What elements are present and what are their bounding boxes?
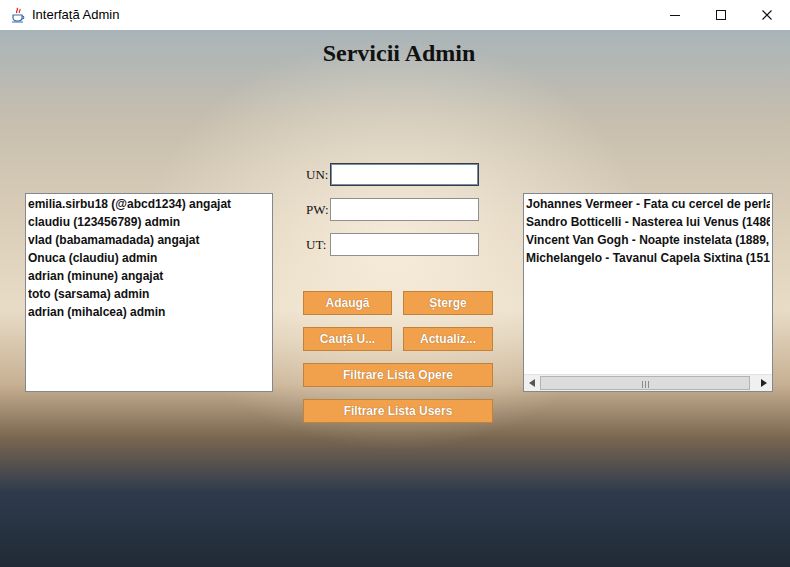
users-list[interactable]: emilia.sirbu18 (@abcd1234) angajatclaudi… bbox=[25, 193, 273, 392]
horizontal-scrollbar[interactable] bbox=[524, 374, 772, 391]
scroll-track[interactable] bbox=[540, 375, 756, 391]
field-label: PW: bbox=[303, 200, 330, 220]
minimize-icon[interactable] bbox=[670, 10, 680, 20]
text-field[interactable] bbox=[330, 233, 479, 256]
field-label: UT: bbox=[303, 235, 330, 255]
paintings-list[interactable]: Johannes Vermeer - Fata cu cercel de per… bbox=[523, 193, 773, 392]
form-column: UN: PW: UT: Adaugă Șterge Cauță U... Actualiz.… bbox=[303, 68, 493, 423]
painting-item[interactable]: Michelangelo - Tavanul Capela Sixtina (1… bbox=[526, 249, 770, 267]
title-bar: Interfață Admin bbox=[0, 0, 790, 30]
app-java-icon bbox=[10, 7, 26, 23]
user-item[interactable]: vlad (babamamadada) angajat bbox=[28, 231, 270, 249]
painting-item[interactable]: Vincent Van Gogh - Noapte instelata (188… bbox=[526, 231, 770, 249]
user-item[interactable]: adrian (minune) angajat bbox=[28, 267, 270, 285]
user-item[interactable]: adrian (mihalcea) admin bbox=[28, 303, 270, 321]
scroll-thumb[interactable] bbox=[540, 376, 750, 390]
action-button[interactable]: Adaugă bbox=[303, 291, 392, 315]
button-group: Adaugă Șterge Cauță U... Actualiz... Filtrar… bbox=[303, 291, 493, 423]
painting-item[interactable]: Johannes Vermeer - Fata cu cercel de per… bbox=[526, 195, 770, 213]
user-item[interactable]: emilia.sirbu18 (@abcd1234) angajat bbox=[28, 195, 270, 213]
action-button[interactable]: Filtrare Lista Users bbox=[303, 399, 493, 423]
maximize-icon[interactable] bbox=[716, 10, 726, 20]
painting-item[interactable]: Sandro Botticelli - Nasterea lui Venus (… bbox=[526, 213, 770, 231]
scroll-left-button[interactable] bbox=[524, 375, 540, 391]
user-item[interactable]: claudiu (123456789) admin bbox=[28, 213, 270, 231]
field-row: PW: bbox=[303, 198, 493, 221]
action-button[interactable]: Actualiz... bbox=[403, 327, 493, 351]
right-arrow-icon[interactable] bbox=[761, 379, 767, 387]
user-item[interactable]: toto (sarsama) admin bbox=[28, 285, 270, 303]
close-icon[interactable] bbox=[762, 10, 772, 20]
left-arrow-icon[interactable] bbox=[529, 379, 535, 387]
action-button[interactable]: Cauță U... bbox=[303, 327, 392, 351]
field-label: UN: bbox=[303, 165, 330, 185]
user-item[interactable]: Onuca (claudiu) admin bbox=[28, 249, 270, 267]
field-row: UN: bbox=[303, 163, 493, 186]
text-field[interactable] bbox=[330, 198, 479, 221]
action-button[interactable]: Filtrare Lista Opere bbox=[303, 363, 493, 387]
field-row: UT: bbox=[303, 233, 493, 256]
window-title: Interfață Admin bbox=[26, 5, 652, 25]
close-button[interactable] bbox=[744, 0, 790, 30]
action-button[interactable]: Șterge bbox=[403, 291, 493, 315]
minimize-button[interactable] bbox=[652, 0, 698, 30]
scroll-right-button[interactable] bbox=[756, 375, 772, 391]
page-heading: Servicii Admin bbox=[25, 38, 773, 68]
admin-panel: Servicii Admin emilia.sirbu18 (@abcd1234)… bbox=[0, 30, 790, 567]
paintings-items: Johannes Vermeer - Fata cu cercel de per… bbox=[524, 194, 772, 374]
text-field[interactable] bbox=[330, 163, 479, 186]
maximize-button[interactable] bbox=[698, 0, 744, 30]
